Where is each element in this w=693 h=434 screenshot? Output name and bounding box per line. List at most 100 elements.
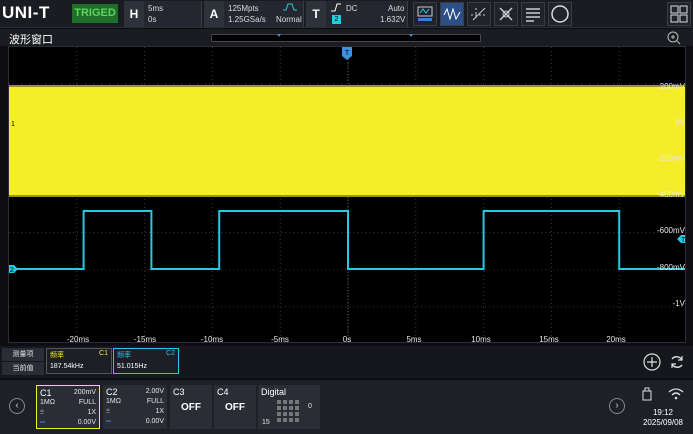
- ch1-band-top-edge: [9, 85, 685, 87]
- channel-name: C1: [40, 388, 52, 398]
- waveform-window-header: 波形窗口: [0, 29, 693, 46]
- channel-card-c3[interactable]: C3 OFF: [170, 385, 212, 429]
- usb-storage-icon[interactable]: [641, 387, 653, 401]
- channel-impedance: 1MΩ: [40, 399, 55, 406]
- trigger-source-badge: 2: [332, 15, 341, 24]
- measure-current-button[interactable]: 当前值: [2, 362, 44, 375]
- x-label-15ms: 15ms: [539, 335, 559, 343]
- x-label-minus-5ms: -5ms: [271, 335, 289, 343]
- y-label-minus-200mv: -200mV: [656, 154, 685, 163]
- digital-bottom-index: 15: [262, 419, 270, 426]
- x-label-minus-15ms: -15ms: [133, 335, 157, 343]
- trigger-sweep: Auto: [388, 4, 405, 13]
- measure-value: 187.54kHz: [50, 363, 84, 370]
- memory-depth: 125Mpts: [228, 4, 259, 13]
- acquire-panel[interactable]: A 125Mpts 1.25GSa/s Normal: [204, 1, 304, 27]
- ch1-waveform-band: [9, 87, 685, 195]
- dc-coupling-icon: ═: [40, 419, 45, 426]
- channel-card-c1[interactable]: C1 200mV 1MΩ FULL ⩧ 1X ═ 0.00V: [36, 385, 100, 429]
- trigger-marker-text: T: [345, 50, 350, 57]
- digital-card[interactable]: Digital 0 15: [258, 385, 320, 429]
- waveform-plot[interactable]: T 1 2 T 200mV 0V -200mV -400mV -600mV -8…: [8, 46, 686, 343]
- digital-grid-icon: [277, 400, 299, 422]
- ch1-marker-text: 1: [11, 121, 15, 128]
- math-button[interactable]: [494, 2, 518, 26]
- x-label-0s: 0s: [342, 335, 352, 343]
- measure-channel: C2: [166, 350, 175, 357]
- auto-measure-icon: [417, 6, 433, 21]
- waveform-svg: T 1 2 T: [9, 47, 686, 342]
- menu-list-icon: [526, 8, 540, 22]
- waveform-button[interactable]: [440, 2, 464, 26]
- channel-state: OFF: [225, 402, 245, 413]
- trigger-status-badge: TRIGED: [72, 4, 118, 23]
- coupling-icon: ⩧: [40, 409, 45, 416]
- channel-bandwidth: FULL: [146, 398, 164, 405]
- chevron-right-icon: ›: [615, 400, 619, 411]
- channel-probe: 1X: [87, 409, 96, 416]
- horizontal-key: H: [124, 1, 144, 27]
- sample-rate: 1.25GSa/s: [228, 15, 266, 24]
- auto-measure-button[interactable]: [413, 2, 437, 26]
- channel-card-c2[interactable]: C2 2.00V 1MΩ FULL ⩧ 1X ═ 0.00V: [103, 385, 167, 429]
- trigger-key: T: [306, 1, 326, 27]
- coupling-icon: ⩧: [106, 408, 111, 415]
- top-status-bar: UNI-T TRIGED H 5ms 0s A 125Mpts 1.25GSa/…: [0, 0, 693, 28]
- y-label-minus-400mv: -400mV: [656, 190, 685, 199]
- zoom-icon[interactable]: [667, 31, 681, 45]
- y-label-minus-1v: -1V: [672, 299, 685, 308]
- trigger-position-marker[interactable]: T: [342, 47, 352, 60]
- waveform-icon: [443, 7, 461, 21]
- scroll-right-button[interactable]: ›: [609, 398, 625, 414]
- ch2-ground-marker[interactable]: 2: [9, 265, 18, 274]
- x-label-20ms: 20ms: [606, 335, 626, 343]
- scroll-left-button[interactable]: ‹: [9, 398, 25, 414]
- memory-position-strip[interactable]: [211, 34, 481, 42]
- add-measure-icon[interactable]: [643, 353, 661, 371]
- refresh-icon[interactable]: [668, 353, 686, 371]
- horizontal-panel[interactable]: H 5ms 0s: [124, 1, 202, 27]
- acquire-key: A: [204, 1, 224, 27]
- y-label-minus-800mv: -800mV: [656, 263, 685, 272]
- trigger-level: 1.632V: [380, 15, 406, 24]
- ch2-waveform-trace: [15, 210, 685, 270]
- cursor-button[interactable]: [467, 2, 491, 26]
- channel-probe: 1X: [155, 408, 164, 415]
- rising-edge-icon: [331, 3, 341, 12]
- digital-name: Digital: [261, 387, 287, 397]
- chevron-left-icon: ‹: [15, 400, 19, 411]
- measure-channel: C1: [99, 350, 108, 357]
- channel-name: C2: [106, 387, 118, 397]
- measure-cell-c1[interactable]: 频率 C1 187.54kHz: [46, 348, 112, 374]
- digital-top-index: 0: [308, 403, 312, 410]
- trigger-level-marker[interactable]: T: [677, 235, 686, 244]
- x-label-minus-20ms: -20ms: [66, 335, 90, 343]
- measure-items-button[interactable]: 测量项: [2, 348, 44, 361]
- y-label-200mv: 200mV: [659, 82, 685, 91]
- dc-coupling-icon: ═: [106, 418, 111, 425]
- measure-cell-c2[interactable]: 频率 C2 51.015Hz: [113, 348, 179, 374]
- channel-bandwidth: FULL: [78, 399, 96, 406]
- menu-list-button[interactable]: [521, 2, 545, 26]
- window-layout-button[interactable]: [667, 2, 691, 26]
- channel-scale: 200mV: [73, 389, 96, 396]
- acquire-mode: Normal: [276, 15, 302, 24]
- search-circle-icon: [551, 5, 569, 23]
- clock: 19:12 2025/09/08: [636, 408, 690, 428]
- ch1-band-bottom-edge: [9, 195, 685, 197]
- channel-impedance: 1MΩ: [106, 398, 121, 405]
- delay-value: 0s: [148, 15, 157, 24]
- trigger-level-marker-text: T: [681, 237, 686, 244]
- brand-logo: UNI-T: [2, 3, 50, 22]
- y-label-minus-600mv: -600mV: [656, 226, 685, 235]
- measure-name: 频率: [50, 352, 64, 359]
- channel-card-c4[interactable]: C4 OFF: [214, 385, 256, 429]
- measure-name: 频率: [117, 352, 131, 359]
- wifi-icon[interactable]: [668, 388, 684, 400]
- view-markers-icon: [277, 34, 413, 37]
- channel-scale: 2.00V: [145, 388, 164, 395]
- x-label-5ms: 5ms: [406, 335, 422, 343]
- search-button[interactable]: [548, 2, 572, 26]
- trigger-panel[interactable]: T DC 2 Auto 1.632V: [306, 1, 408, 27]
- timebase-value: 5ms: [148, 4, 164, 13]
